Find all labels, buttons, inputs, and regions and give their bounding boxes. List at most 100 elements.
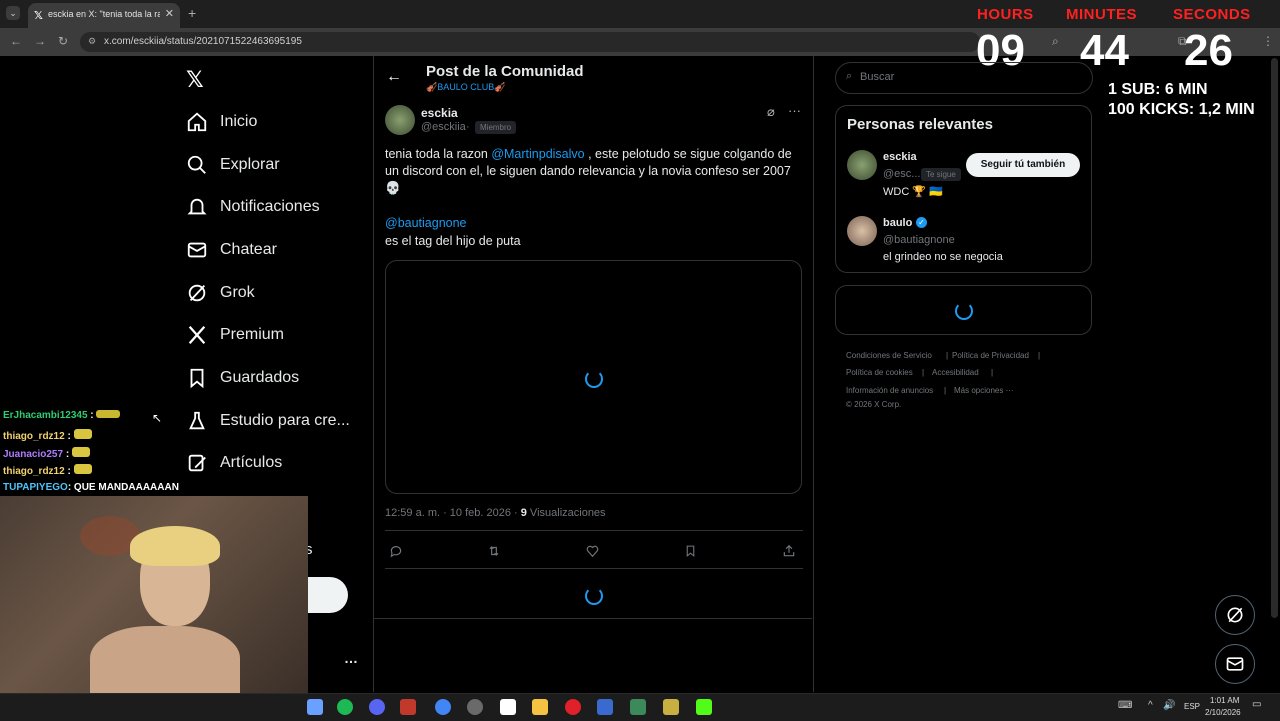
- page-title: Post de la Comunidad: [426, 63, 584, 80]
- footer-separator: |: [946, 351, 949, 360]
- notifications-icon[interactable]: ▭: [1252, 699, 1261, 710]
- obs-icon[interactable]: [467, 699, 483, 715]
- more-options-icon[interactable]: ···: [788, 103, 801, 118]
- search-input[interactable]: ⌕ Buscar: [835, 62, 1093, 94]
- sidebar-item-estudio[interactable]: Estudio para cre...: [186, 404, 350, 438]
- timestamp-text[interactable]: 12:59 a. m. · 10 feb. 2026 ·: [385, 507, 521, 519]
- browser-tab[interactable]: 𝕏 esckia en X: "tenia toda la razon ✕: [28, 3, 180, 28]
- streamer-body: [90, 626, 240, 693]
- address-bar[interactable]: ⚙ x.com/esckiia/status/20210715224636951…: [80, 32, 980, 52]
- footer-link[interactable]: Política de Privacidad: [952, 351, 1029, 360]
- grok-icon[interactable]: ⌀: [767, 104, 775, 120]
- person-name[interactable]: baulo: [883, 217, 912, 229]
- folder-icon[interactable]: [532, 699, 548, 715]
- follow-button[interactable]: Seguir tú también: [966, 153, 1080, 177]
- media-placeholder[interactable]: [385, 260, 802, 494]
- clock-time[interactable]: 1:01 AM: [1210, 696, 1239, 705]
- messages-fab[interactable]: [1215, 644, 1255, 684]
- chat-message: Juanacio257 :: [3, 447, 90, 460]
- grok-icon: [1227, 607, 1243, 623]
- sidebar-item-grok[interactable]: Grok: [186, 276, 255, 310]
- share-icon[interactable]: [782, 544, 796, 558]
- sidebar-item-notificaciones[interactable]: Notificaciones: [186, 190, 320, 224]
- copilot-icon[interactable]: [307, 699, 323, 715]
- sidebar-item-articulos[interactable]: Artículos: [186, 446, 282, 480]
- x-logo-icon[interactable]: 𝕏: [186, 67, 204, 93]
- views-label: Visualizaciones: [526, 507, 606, 519]
- sub-rule: 1 SUB: 6 MIN: [1108, 81, 1208, 98]
- app-icon[interactable]: [500, 699, 516, 715]
- community-link[interactable]: 🎻BAULO CLUB🎻: [426, 82, 505, 93]
- new-tab-icon[interactable]: +: [188, 5, 196, 21]
- emote-icon: [96, 410, 121, 418]
- tab-list-button[interactable]: ⌄: [6, 6, 20, 20]
- forward-icon[interactable]: →: [34, 34, 46, 48]
- close-tab-icon[interactable]: ✕: [165, 7, 174, 20]
- sidebar-item-explorar[interactable]: Explorar: [186, 148, 280, 182]
- search-placeholder: Buscar: [860, 71, 895, 83]
- footer-separator: |: [922, 368, 925, 377]
- back-icon[interactable]: ←: [10, 34, 22, 48]
- trends-card: [835, 285, 1092, 335]
- footer-link[interactable]: Política de cookies: [846, 368, 913, 377]
- author-handle[interactable]: @esckiia: [421, 121, 466, 133]
- emote-icon: [73, 429, 92, 439]
- reply-icon[interactable]: [389, 544, 403, 558]
- scrollbar[interactable]: [1271, 58, 1278, 618]
- minecraft-icon[interactable]: [630, 699, 646, 715]
- verified-badge-icon: ✓: [916, 217, 927, 228]
- back-arrow-icon[interactable]: ←: [386, 68, 402, 86]
- repost-icon[interactable]: [486, 544, 502, 558]
- keyboard-icon[interactable]: ⌨: [1118, 700, 1132, 711]
- member-badge: Miembro: [475, 121, 517, 134]
- sidebar-item-label: Grok: [220, 284, 255, 301]
- language-indicator[interactable]: ESP: [1184, 702, 1200, 711]
- hours-label: HOURS: [977, 6, 1034, 23]
- sidebar-item-label: Explorar: [220, 156, 280, 173]
- sidebar-item-label: Artículos: [220, 454, 283, 471]
- chrome-icon[interactable]: [435, 699, 451, 715]
- avatar[interactable]: [847, 216, 877, 246]
- opera-icon[interactable]: [565, 699, 581, 715]
- account-more-icon[interactable]: …: [344, 650, 358, 666]
- skull-emoji: 💀: [385, 181, 401, 195]
- grok-fab[interactable]: [1215, 595, 1255, 635]
- footer-link[interactable]: Accesibilidad: [932, 368, 979, 377]
- spotify-icon[interactable]: [337, 699, 353, 715]
- x-logo-icon: [188, 325, 206, 345]
- mention-link[interactable]: @Martinpdisalvo: [491, 147, 584, 161]
- chat-text: :: [90, 410, 94, 421]
- person-handle[interactable]: @bautiagnone: [883, 234, 955, 246]
- sidebar-item-inicio[interactable]: Inicio: [186, 105, 257, 139]
- app-icon[interactable]: [663, 699, 679, 715]
- reload-icon[interactable]: ↻: [58, 34, 68, 48]
- bookmark-icon[interactable]: [684, 544, 697, 558]
- site-info-icon[interactable]: ⚙: [88, 36, 96, 47]
- mail-icon: [187, 242, 207, 258]
- volume-icon[interactable]: 🔊: [1163, 700, 1175, 711]
- separator-dot: ·: [466, 121, 470, 133]
- sidebar-item-chatear[interactable]: Chatear: [186, 233, 277, 267]
- sidebar-item-guardados[interactable]: Guardados: [186, 361, 299, 395]
- footer-link[interactable]: Más opciones ···: [954, 386, 1014, 395]
- clock-date[interactable]: 2/10/2026: [1205, 708, 1241, 717]
- divider: [385, 530, 803, 531]
- mention-link[interactable]: @bautiagnone: [385, 216, 467, 230]
- person-handle[interactable]: @esc...: [883, 168, 920, 180]
- avatar[interactable]: [385, 105, 415, 135]
- kick-icon[interactable]: [696, 699, 712, 715]
- mail-icon: [1226, 657, 1244, 671]
- chat-user: TUPAPIYEGO: [3, 482, 68, 493]
- avatar[interactable]: [847, 150, 877, 180]
- app-icon[interactable]: [597, 699, 613, 715]
- person-name[interactable]: esckia: [883, 151, 917, 163]
- chat-user: ErJhacambi12345: [3, 410, 88, 421]
- like-icon[interactable]: [585, 544, 600, 558]
- sidebar-item-premium[interactable]: Premium: [186, 318, 284, 352]
- footer-link[interactable]: Condiciones de Servicio: [846, 351, 932, 360]
- footer-link[interactable]: Información de anuncios: [846, 386, 933, 395]
- voicemeeter-icon[interactable]: [400, 699, 416, 715]
- tray-chevron-icon[interactable]: ^: [1148, 700, 1153, 711]
- author-name[interactable]: esckia: [421, 106, 458, 120]
- discord-icon[interactable]: [369, 699, 385, 715]
